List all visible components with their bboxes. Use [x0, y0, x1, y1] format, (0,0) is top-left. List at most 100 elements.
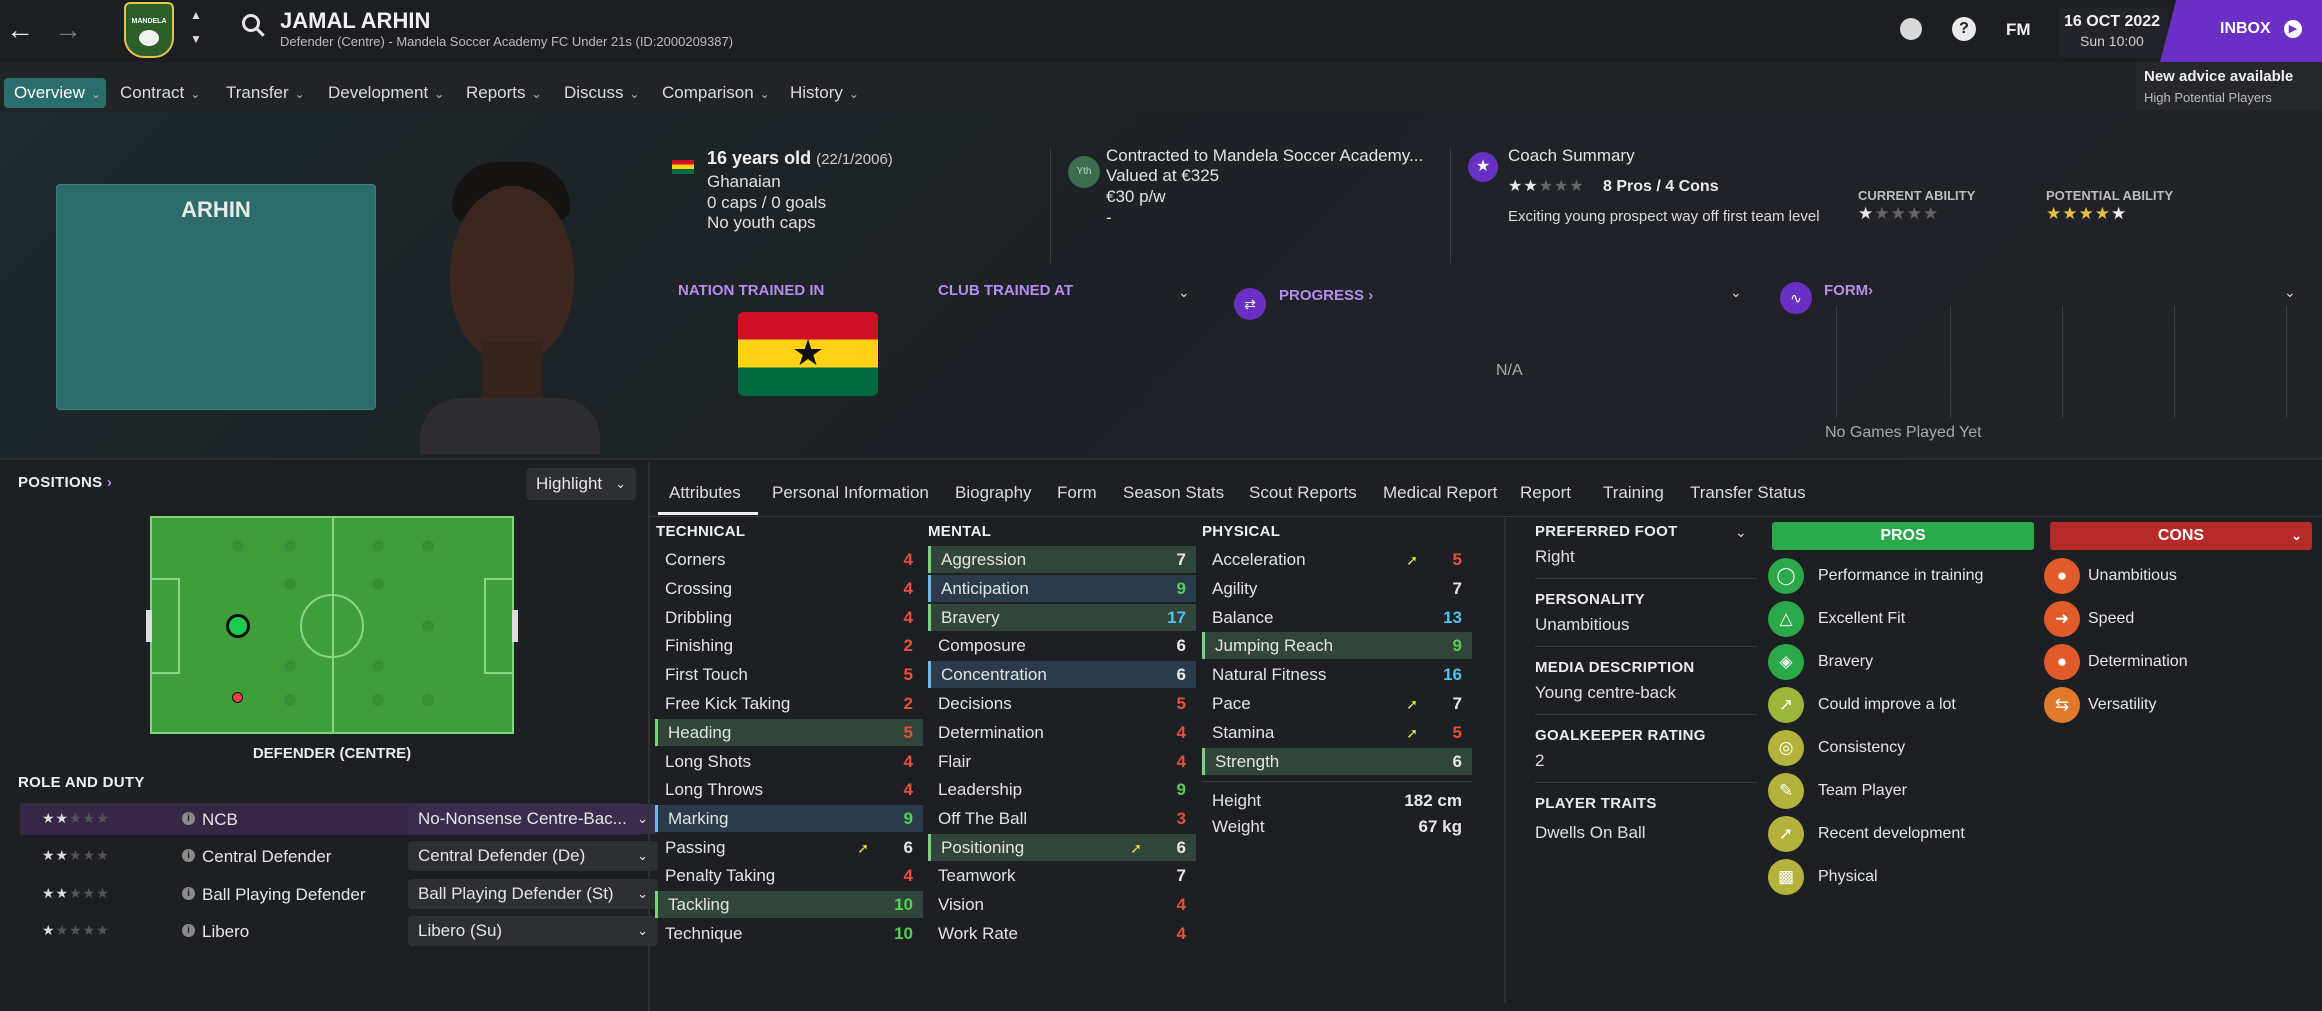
positions-title-text: POSITIONS [18, 474, 103, 491]
highlight-dropdown[interactable]: Highlight ⌄ [526, 468, 636, 500]
attr-strength[interactable]: Strength 6 [1202, 748, 1472, 775]
attr-anticipation[interactable]: Anticipation 9 [928, 575, 1196, 602]
tab-medical-report[interactable]: Medical Report [1383, 483, 1497, 503]
attr-aggression[interactable]: Aggression 7 [928, 546, 1196, 573]
attr-tackling[interactable]: Tackling 10 [655, 891, 923, 918]
tab-scout-reports[interactable]: Scout Reports [1249, 483, 1357, 503]
attr-long-shots[interactable]: Long Shots 4 [655, 748, 923, 775]
advice-notification[interactable]: New advice available High Potential Play… [2136, 62, 2322, 110]
club-badge-logo[interactable]: MANDELA [124, 2, 174, 58]
positions-title[interactable]: POSITIONS › [18, 474, 112, 491]
attr-work-rate[interactable]: Work Rate 4 [928, 920, 1196, 947]
contract-text[interactable]: Contracted to Mandela Soccer Academy... [1106, 146, 1423, 166]
attr-bravery[interactable]: Bravery 17 [928, 604, 1196, 631]
info-icon[interactable]: i [182, 887, 195, 900]
role-duty-select[interactable]: No-Nonsense Centre-Bac... ⌄ [408, 804, 658, 834]
attr-balance[interactable]: Balance 13 [1202, 604, 1472, 631]
attr-determination[interactable]: Determination 4 [928, 719, 1196, 746]
cons-label: CONS [2157, 527, 2205, 544]
nav-transfer[interactable]: Transfer ⌄ [216, 78, 315, 108]
tab-transfer-status[interactable]: Transfer Status [1690, 483, 1806, 503]
form-dropdown-icon[interactable]: ⌄ [2284, 284, 2296, 301]
position-marker-dc[interactable] [226, 614, 250, 638]
attr-marking[interactable]: Marking 9 [655, 805, 923, 832]
info-icon[interactable]: i [182, 924, 195, 937]
help-icon[interactable]: ? [1952, 17, 1976, 41]
attr-vision[interactable]: Vision 4 [928, 891, 1196, 918]
nav-development[interactable]: Development ⌄ [318, 78, 454, 108]
attr-teamwork[interactable]: Teamwork 7 [928, 862, 1196, 889]
attr-flair[interactable]: Flair 4 [928, 748, 1196, 775]
nav-reports[interactable]: Reports ⌄ [456, 78, 552, 108]
ball-icon[interactable] [1900, 18, 1922, 40]
fm-menu[interactable]: FM [2006, 20, 2031, 40]
back-icon[interactable]: ← [6, 14, 34, 46]
attr-decisions[interactable]: Decisions 5 [928, 690, 1196, 717]
preferred-foot-dropdown-icon[interactable]: ⌄ [1735, 524, 1747, 541]
tab-biography[interactable]: Biography [955, 483, 1032, 503]
attr-off-the-ball[interactable]: Off The Ball 3 [928, 805, 1196, 832]
trend-up-icon: ➚ [1406, 552, 1418, 568]
progress-dropdown-icon[interactable]: ⌄ [1730, 284, 1742, 301]
attr-natural-fitness[interactable]: Natural Fitness 16 [1202, 661, 1472, 688]
attr-penalty-taking[interactable]: Penalty Taking 4 [655, 862, 923, 889]
role-row-ncb[interactable]: ★★★★★ i NCB No-Nonsense Centre-Bac... ⌄ [20, 803, 658, 835]
attr-passing[interactable]: Passing ➚ 6 [655, 834, 923, 861]
coach-summary-title[interactable]: Coach Summary [1508, 146, 1635, 166]
attr-agility[interactable]: Agility 7 [1202, 575, 1472, 602]
info-icon[interactable]: i [182, 812, 195, 825]
advice-subtitle: High Potential Players [2144, 90, 2272, 105]
tab-training[interactable]: Training [1603, 483, 1664, 503]
attr-crossing[interactable]: Crossing 4 [655, 575, 923, 602]
form-label[interactable]: FORM› [1824, 282, 1873, 299]
chevron-down-icon[interactable]: ▼ [190, 32, 202, 46]
attr-technique[interactable]: Technique 10 [655, 920, 923, 947]
attr-first-touch[interactable]: First Touch 5 [655, 661, 923, 688]
attr-dribbling[interactable]: Dribbling 4 [655, 604, 923, 631]
nav-label: Overview [14, 83, 85, 102]
tab-form[interactable]: Form [1057, 483, 1097, 503]
attr-leadership[interactable]: Leadership 9 [928, 776, 1196, 803]
attr-name: Composure [938, 636, 1026, 655]
inbox-button[interactable]: INBOX ▶ [2160, 0, 2322, 62]
nav-discuss[interactable]: Discuss ⌄ [554, 78, 650, 108]
role-row-libero[interactable]: ★★★★★ i Libero Libero (Su) ⌄ [20, 915, 658, 947]
attr-heading[interactable]: Heading 5 [655, 719, 923, 746]
role-duty-select[interactable]: Libero (Su) ⌄ [408, 916, 658, 946]
tab-season-stats[interactable]: Season Stats [1123, 483, 1224, 503]
nav-history[interactable]: History ⌄ [780, 78, 869, 108]
attr-stamina[interactable]: Stamina ➚ 5 [1202, 719, 1472, 746]
tab-report[interactable]: Report [1520, 483, 1571, 503]
club-trained-dropdown-icon[interactable]: ⌄ [1178, 284, 1190, 301]
nav-overview[interactable]: Overview ⌄ [4, 78, 106, 108]
nav-contract[interactable]: Contract ⌄ [110, 78, 210, 108]
progress-label[interactable]: PROGRESS › [1279, 287, 1373, 304]
cons-header[interactable]: CONS ⌄ [2050, 522, 2312, 550]
tab-personal-information[interactable]: Personal Information [772, 483, 929, 503]
nav-comparison[interactable]: Comparison ⌄ [652, 78, 780, 108]
date-box[interactable]: 16 OCT 2022 Sun 10:00 [2058, 8, 2168, 58]
role-duty-select[interactable]: Ball Playing Defender (St) ⌄ [408, 879, 658, 909]
info-icon[interactable]: i [182, 849, 195, 862]
attr-name: First Touch [665, 665, 748, 684]
attr-concentration[interactable]: Concentration 6 [928, 661, 1196, 688]
forward-icon[interactable]: → [54, 14, 82, 46]
role-duty-select[interactable]: Central Defender (De) ⌄ [408, 841, 658, 871]
attr-long-throws[interactable]: Long Throws 4 [655, 776, 923, 803]
ambition-icon: ● [2044, 558, 2080, 594]
attr-finishing[interactable]: Finishing 2 [655, 632, 923, 659]
shield-icon: ◈ [1768, 644, 1804, 680]
role-row-central-defender[interactable]: ★★★★★ i Central Defender Central Defende… [20, 840, 658, 872]
role-row-ball-playing-defender[interactable]: ★★★★★ i Ball Playing Defender Ball Playi… [20, 878, 658, 910]
attr-acceleration[interactable]: Acceleration ➚ 5 [1202, 546, 1472, 573]
attr-jumping-reach[interactable]: Jumping Reach 9 [1202, 632, 1472, 659]
attr-corners[interactable]: Corners 4 [655, 546, 923, 573]
position-marker-secondary[interactable] [232, 692, 243, 703]
attr-free-kick-taking[interactable]: Free Kick Taking 2 [655, 690, 923, 717]
role-duty-value: No-Nonsense Centre-Bac... [418, 809, 627, 828]
chevron-up-icon[interactable]: ▲ [190, 8, 202, 22]
tab-attributes[interactable]: Attributes [669, 483, 741, 503]
attr-pace[interactable]: Pace ➚ 7 [1202, 690, 1472, 717]
attr-positioning[interactable]: Positioning ➚ 6 [928, 834, 1196, 861]
attr-composure[interactable]: Composure 6 [928, 632, 1196, 659]
